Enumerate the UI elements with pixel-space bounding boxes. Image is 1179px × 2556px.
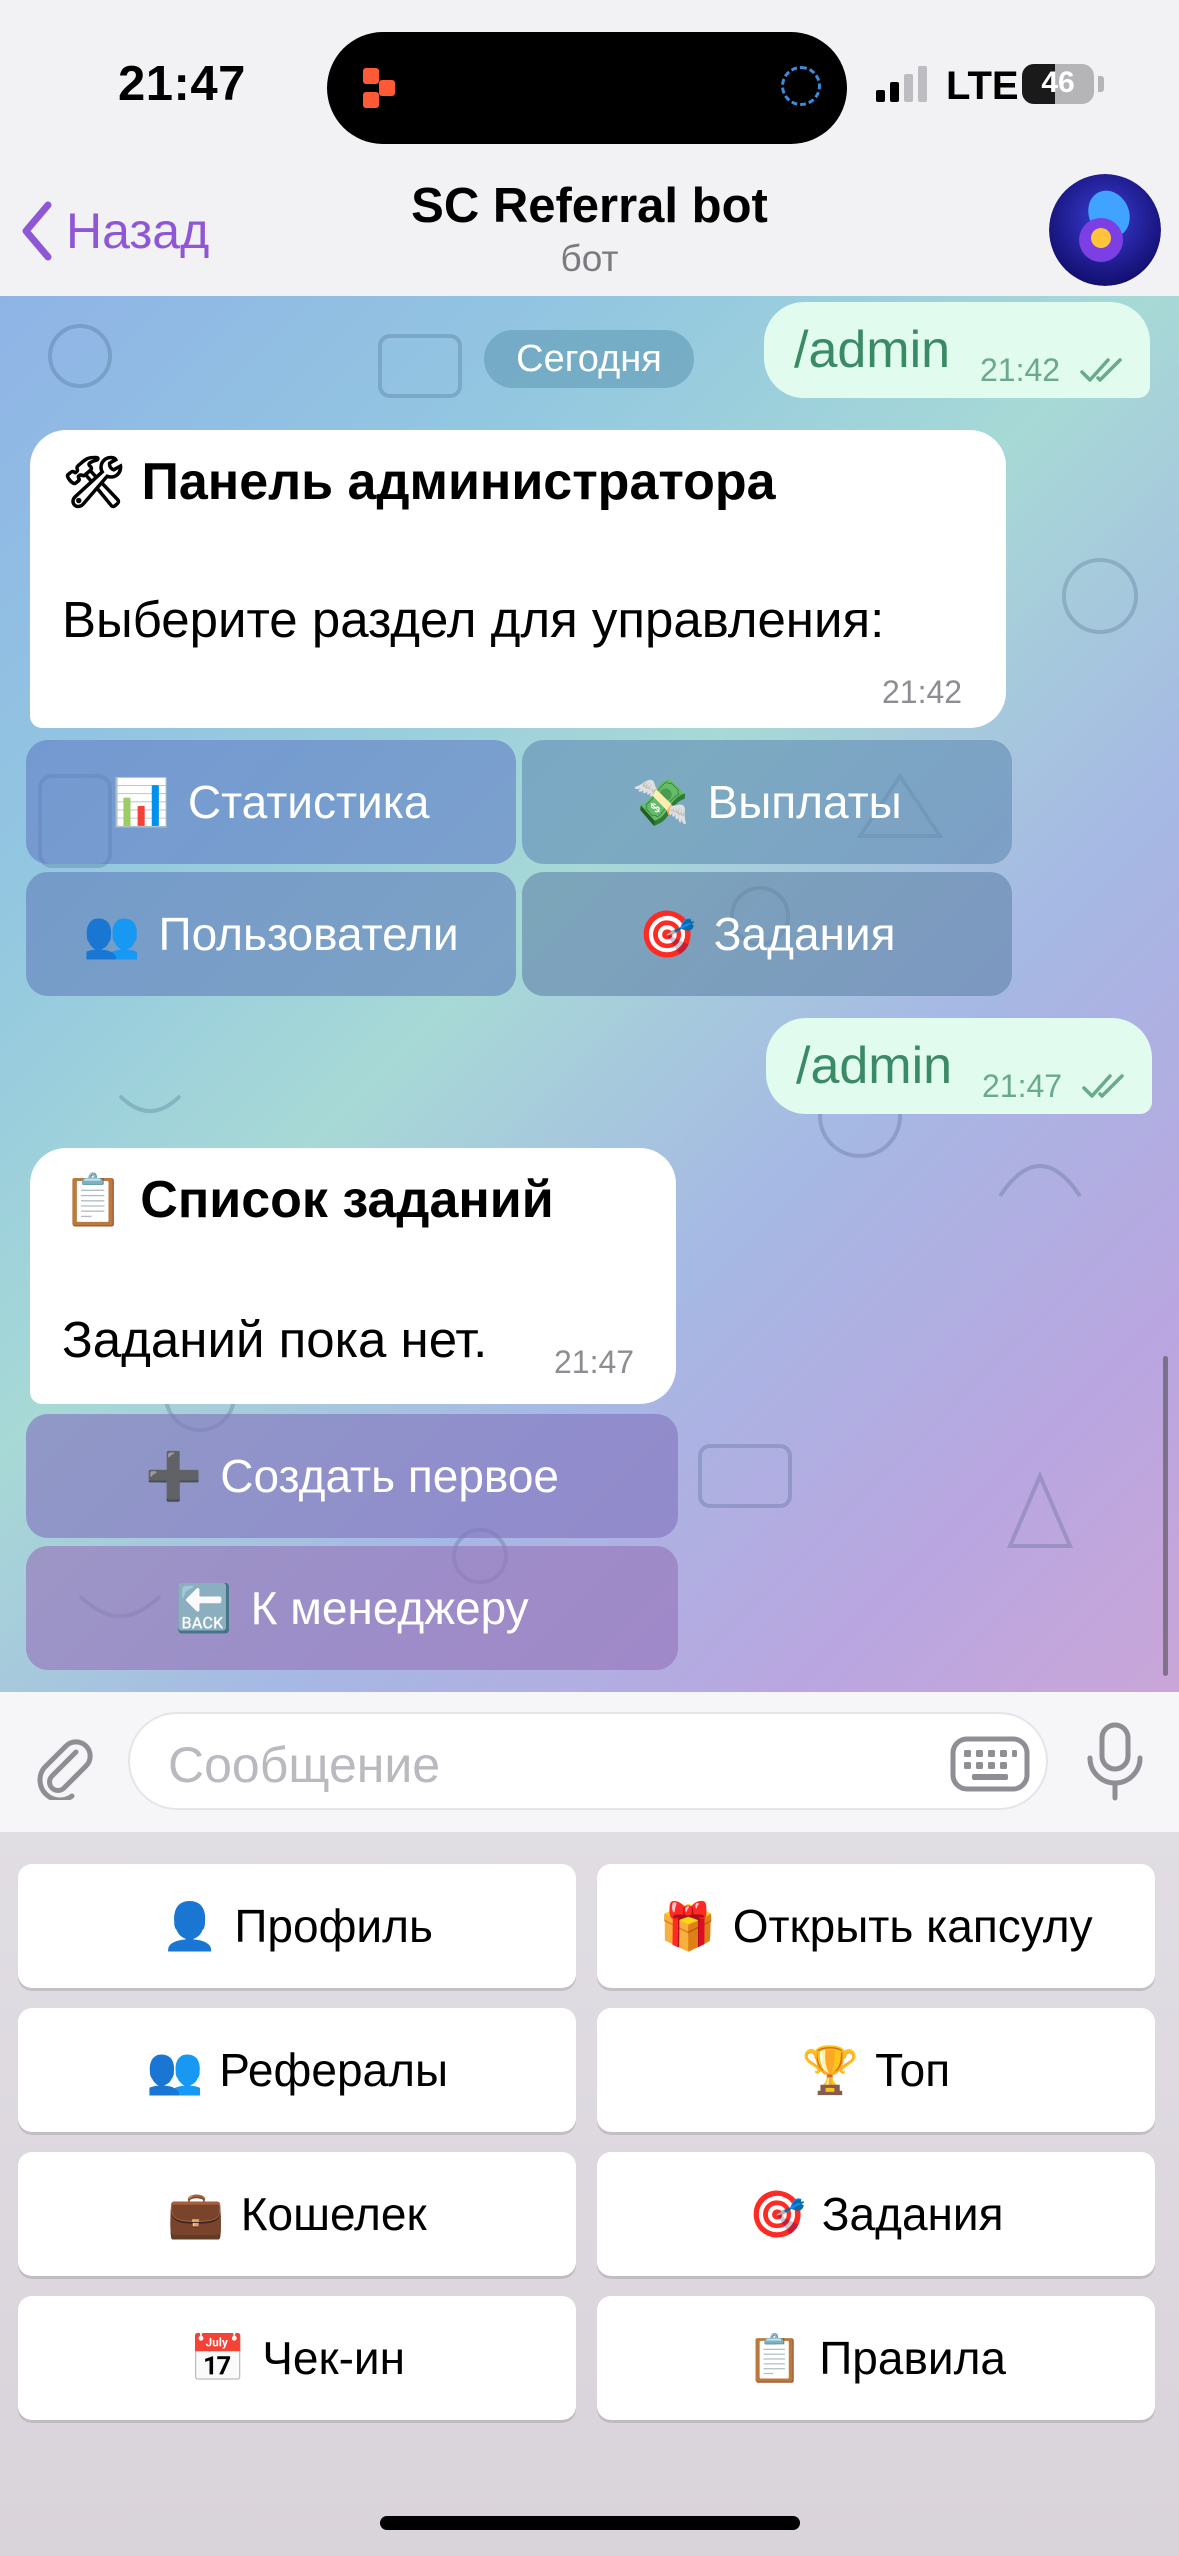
inline-button-create-first[interactable]: ➕ Создать первое — [26, 1414, 678, 1538]
kb-button-label: Кошелек — [240, 2188, 427, 2240]
read-checkmarks-icon — [1080, 358, 1122, 382]
target-icon: 🎯 — [638, 907, 696, 960]
message-time: 21:47 — [554, 1344, 635, 1380]
kb-button-tasks[interactable]: 🎯 Задания — [597, 2152, 1155, 2276]
kb-button-rules[interactable]: 📋 Правила — [597, 2296, 1155, 2420]
battery-icon: 46 — [1022, 64, 1094, 104]
battery-cap — [1098, 76, 1104, 92]
bar-chart-icon: 📊 — [112, 775, 170, 828]
dynamic-island — [327, 32, 847, 144]
inline-button-tasks[interactable]: 🎯 Задания — [522, 872, 1012, 996]
outgoing-message[interactable]: /admin 21:47 — [766, 1018, 1152, 1114]
kb-button-top[interactable]: 🏆 Топ — [597, 2008, 1155, 2132]
keyboard-icon[interactable] — [950, 1736, 1030, 1792]
activity-spinner-icon — [781, 66, 821, 106]
message-title-text: Панель администратора — [141, 453, 776, 511]
message-input[interactable]: Сообщение — [128, 1712, 1048, 1810]
date-separator: Сегодня — [484, 330, 694, 388]
reply-keyboard: 👤 Профиль 🎁 Открыть капсулу 👥 Рефералы 🏆… — [0, 1832, 1179, 2556]
message-time: 21:42 — [882, 674, 963, 710]
money-wings-icon: 💸 — [632, 775, 690, 828]
home-indicator[interactable] — [380, 2516, 800, 2530]
kb-button-label: Чек-ин — [262, 2332, 406, 2384]
button-label: Задания — [713, 908, 896, 960]
message-title-text: Список заданий — [140, 1171, 554, 1229]
kb-button-label: Задания — [821, 2188, 1004, 2240]
chat-scrollbar[interactable] — [1163, 1356, 1168, 1676]
briefcase-icon: 💼 — [167, 2187, 225, 2240]
tools-icon: 🛠 — [62, 453, 126, 510]
incoming-message[interactable]: 🛠 Панель администратора Выберите раздел … — [30, 430, 1006, 728]
read-checkmarks-icon — [1082, 1074, 1124, 1098]
message-time: 21:47 — [982, 1068, 1063, 1104]
kb-button-profile[interactable]: 👤 Профиль — [18, 1864, 576, 1988]
input-bar: Сообщение — [0, 1692, 1179, 1832]
button-label: Пользователи — [158, 908, 459, 960]
paperclip-icon[interactable] — [28, 1730, 98, 1800]
clipboard-icon: 📋 — [62, 1171, 125, 1228]
inline-button-users[interactable]: 👥 Пользователи — [26, 872, 516, 996]
kb-button-label: Правила — [819, 2332, 1007, 2384]
message-title: 📋 Список заданий — [62, 1170, 554, 1230]
kb-button-label: Рефералы — [219, 2044, 449, 2096]
button-label: Статистика — [187, 776, 430, 828]
clipboard-icon: 📋 — [745, 2331, 804, 2384]
users-icon: 👥 — [145, 2043, 204, 2096]
status-bar: 21:47 LTE 46 — [0, 0, 1179, 170]
trophy-icon: 🏆 — [801, 2043, 860, 2096]
bot-avatar[interactable] — [1049, 174, 1161, 286]
inline-button-statistics[interactable]: 📊 Статистика — [26, 740, 516, 864]
chat-header: Назад SC Referral bot бот — [0, 170, 1179, 296]
kb-button-wallet[interactable]: 💼 Кошелек — [18, 2152, 576, 2276]
signal-icon — [876, 66, 927, 102]
kb-button-label: Топ — [875, 2044, 951, 2096]
user-icon: 👤 — [161, 1899, 219, 1952]
button-label: К менеджеру — [250, 1582, 529, 1634]
calendar-icon: 📅 — [188, 2331, 247, 2384]
chat-title[interactable]: SC Referral bot — [0, 178, 1179, 234]
target-icon: 🎯 — [748, 2187, 806, 2240]
chat-subtitle: бот — [560, 238, 619, 279]
inline-button-payouts[interactable]: 💸 Выплаты — [522, 740, 1012, 864]
network-type: LTE — [946, 64, 1019, 108]
button-label: Выплаты — [707, 776, 902, 828]
plus-icon: ➕ — [144, 1449, 203, 1502]
incoming-message[interactable]: 📋 Список заданий Заданий пока нет. 21:47 — [30, 1148, 676, 1404]
message-time: 21:42 — [980, 352, 1061, 388]
kb-button-referrals[interactable]: 👥 Рефералы — [18, 2008, 576, 2132]
microphone-icon[interactable] — [1084, 1722, 1146, 1802]
message-text: /admin — [796, 1037, 953, 1095]
input-placeholder: Сообщение — [168, 1737, 441, 1793]
outgoing-message[interactable]: /admin 21:42 — [764, 302, 1150, 398]
gift-icon: 🎁 — [659, 1899, 717, 1952]
chat-area[interactable]: Сегодня /admin 21:42 🛠 Панель администра… — [0, 296, 1179, 1692]
kb-button-label: Открыть капсулу — [732, 1900, 1093, 1952]
message-text: /admin — [794, 321, 951, 379]
message-body: Выберите раздел для управления: — [62, 591, 885, 648]
users-icon: 👥 — [83, 907, 141, 960]
message-title: 🛠 Панель администратора — [62, 452, 776, 512]
message-body: Заданий пока нет. — [62, 1311, 488, 1368]
inline-button-back-to-manager[interactable]: 🔙 К менеджеру — [26, 1546, 678, 1670]
kb-button-checkin[interactable]: 📅 Чек-ин — [18, 2296, 576, 2420]
app-activity-icon — [363, 68, 395, 108]
battery-level: 46 — [1041, 66, 1075, 99]
button-label: Создать первое — [220, 1450, 560, 1502]
kb-button-open-capsule[interactable]: 🎁 Открыть капсулу — [597, 1864, 1155, 1988]
status-time: 21:47 — [118, 57, 246, 111]
back-arrow-icon: 🔙 — [175, 1581, 233, 1634]
kb-button-label: Профиль — [234, 1900, 433, 1952]
